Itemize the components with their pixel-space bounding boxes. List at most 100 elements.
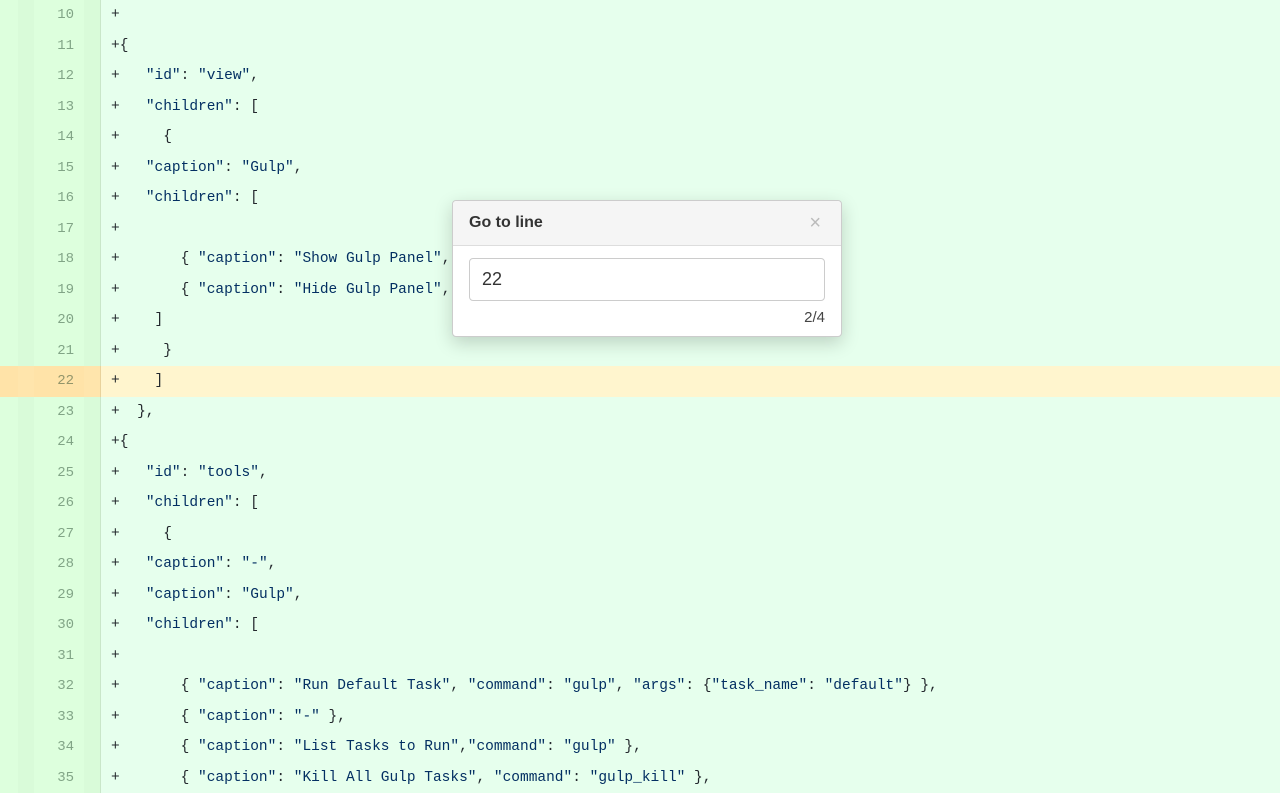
new-line-number: 29 — [34, 580, 84, 611]
code-content: + "id": "view", — [101, 61, 1280, 92]
code-content: + "caption": "-", — [101, 549, 1280, 580]
old-line-gutter — [0, 610, 18, 641]
new-line-number: 25 — [34, 458, 84, 489]
code-content: + } — [101, 336, 1280, 367]
new-line-number: 19 — [34, 275, 84, 306]
dialog-title: Go to line — [469, 214, 543, 232]
diff-line[interactable]: 27 + { — [0, 519, 1280, 550]
code-content: +{ — [101, 31, 1280, 62]
match-counter: 2/4 — [469, 309, 825, 326]
code-content: + "children": [ — [101, 92, 1280, 123]
new-line-number: 12 — [34, 61, 84, 92]
code-content: + }, — [101, 397, 1280, 428]
diff-line[interactable]: 11 +{ — [0, 31, 1280, 62]
new-line-number: 24 — [34, 427, 84, 458]
dialog-body: 2/4 — [453, 246, 841, 336]
old-line-gutter — [0, 366, 18, 397]
dialog-header: Go to line × — [453, 201, 841, 246]
new-line-number: 20 — [34, 305, 84, 336]
new-line-number: 17 — [34, 214, 84, 245]
new-line-number: 23 — [34, 397, 84, 428]
diff-line[interactable]: 31 + — [0, 641, 1280, 672]
code-content: + { "caption": "-" }, — [101, 702, 1280, 733]
old-line-gutter — [0, 427, 18, 458]
old-line-gutter — [0, 519, 18, 550]
old-line-gutter — [0, 549, 18, 580]
code-content: + "caption": "Gulp", — [101, 580, 1280, 611]
diff-line[interactable]: 23 + }, — [0, 397, 1280, 428]
diff-line[interactable]: 12 + "id": "view", — [0, 61, 1280, 92]
diff-line[interactable]: 10 + — [0, 0, 1280, 31]
close-icon[interactable]: × — [805, 213, 825, 233]
diff-line[interactable]: 33 + { "caption": "-" }, — [0, 702, 1280, 733]
diff-line[interactable]: 28 + "caption": "-", — [0, 549, 1280, 580]
code-content: + "children": [ — [101, 610, 1280, 641]
old-line-gutter — [0, 397, 18, 428]
diff-line[interactable]: 15 + "caption": "Gulp", — [0, 153, 1280, 184]
old-line-gutter — [0, 214, 18, 245]
new-line-number: 15 — [34, 153, 84, 184]
diff-line[interactable]: 29 + "caption": "Gulp", — [0, 580, 1280, 611]
new-line-number: 18 — [34, 244, 84, 275]
old-line-gutter — [0, 702, 18, 733]
code-content: + ] — [101, 366, 1280, 397]
code-content: + — [101, 0, 1280, 31]
new-line-number: 21 — [34, 336, 84, 367]
code-content: + { — [101, 122, 1280, 153]
diff-line[interactable]: 24 +{ — [0, 427, 1280, 458]
diff-line[interactable]: 13 + "children": [ — [0, 92, 1280, 123]
old-line-gutter — [0, 92, 18, 123]
new-line-number: 33 — [34, 702, 84, 733]
diff-line[interactable]: 30 + "children": [ — [0, 610, 1280, 641]
old-line-gutter — [0, 641, 18, 672]
old-line-gutter — [0, 305, 18, 336]
line-number-input[interactable] — [469, 258, 825, 301]
new-line-number: 30 — [34, 610, 84, 641]
old-line-gutter — [0, 31, 18, 62]
old-line-gutter — [0, 122, 18, 153]
code-content: + "caption": "Gulp", — [101, 153, 1280, 184]
old-line-gutter — [0, 336, 18, 367]
new-line-number: 11 — [34, 31, 84, 62]
new-line-number: 22 — [34, 366, 84, 397]
code-content: + { "caption": "List Tasks to Run","comm… — [101, 732, 1280, 763]
new-line-number: 35 — [34, 763, 84, 794]
old-line-gutter — [0, 763, 18, 794]
old-line-gutter — [0, 244, 18, 275]
diff-line[interactable]: 21 + } — [0, 336, 1280, 367]
diff-line[interactable]: 25 + "id": "tools", — [0, 458, 1280, 489]
new-line-number: 14 — [34, 122, 84, 153]
new-line-number: 28 — [34, 549, 84, 580]
code-content: + { — [101, 519, 1280, 550]
new-line-number: 16 — [34, 183, 84, 214]
new-line-number: 10 — [34, 0, 84, 31]
new-line-number: 26 — [34, 488, 84, 519]
old-line-gutter — [0, 488, 18, 519]
old-line-gutter — [0, 275, 18, 306]
old-line-gutter — [0, 183, 18, 214]
diff-line[interactable]: 14 + { — [0, 122, 1280, 153]
diff-line[interactable]: 22 + ] — [0, 366, 1280, 397]
code-content: + { "caption": "Kill All Gulp Tasks", "c… — [101, 763, 1280, 794]
old-line-gutter — [0, 458, 18, 489]
new-line-number: 34 — [34, 732, 84, 763]
old-line-gutter — [0, 61, 18, 92]
diff-line[interactable]: 32 + { "caption": "Run Default Task", "co… — [0, 671, 1280, 702]
diff-line[interactable]: 34 + { "caption": "List Tasks to Run","co… — [0, 732, 1280, 763]
new-line-number: 32 — [34, 671, 84, 702]
code-content: + "id": "tools", — [101, 458, 1280, 489]
new-line-number: 31 — [34, 641, 84, 672]
old-line-gutter — [0, 0, 18, 31]
diff-line[interactable]: 35 + { "caption": "Kill All Gulp Tasks", … — [0, 763, 1280, 794]
go-to-line-dialog: Go to line × 2/4 — [452, 200, 842, 337]
code-content: +{ — [101, 427, 1280, 458]
new-line-number: 27 — [34, 519, 84, 550]
diff-line[interactable]: 26 + "children": [ — [0, 488, 1280, 519]
code-content: + "children": [ — [101, 488, 1280, 519]
old-line-gutter — [0, 732, 18, 763]
new-line-number: 13 — [34, 92, 84, 123]
diff-view[interactable]: 10 +11 +{ 12 + "id": "view", 13 + "children": … — [0, 0, 1280, 793]
old-line-gutter — [0, 671, 18, 702]
code-content: + { "caption": "Run Default Task", "comm… — [101, 671, 1280, 702]
code-content: + — [101, 641, 1280, 672]
